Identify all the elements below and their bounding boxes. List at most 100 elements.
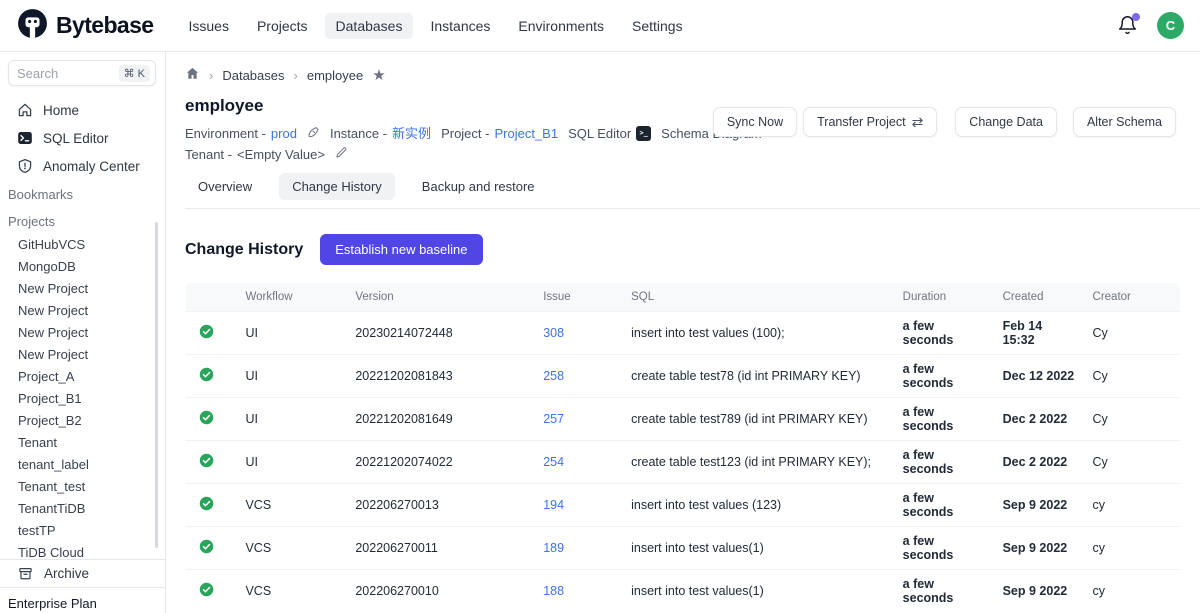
version-cell: 20221202074022	[347, 441, 535, 484]
button-label: Sync Now	[727, 115, 783, 129]
status-cell	[186, 312, 238, 355]
project-link[interactable]: Project_B1	[494, 123, 558, 144]
sidebar-project-item[interactable]: New Project	[0, 300, 165, 322]
success-check-icon	[199, 586, 214, 600]
edit-pen-icon[interactable]	[307, 123, 320, 144]
breadcrumb-separator: ›	[294, 68, 298, 83]
tab[interactable]: Overview	[185, 173, 265, 200]
sidebar-project-item[interactable]: Project_B2	[0, 410, 165, 432]
created-cell: Dec 12 2022	[995, 355, 1085, 398]
column-header: Created	[995, 283, 1085, 312]
tab[interactable]: Change History	[279, 173, 395, 200]
issue-link[interactable]: 194	[543, 498, 564, 512]
table-row[interactable]: VCS 202206270011 189 insert into test va…	[186, 527, 1181, 570]
transfer-project-button[interactable]: Transfer Project ⇄	[803, 107, 937, 137]
creator-cell: Cy	[1085, 398, 1181, 441]
status-cell	[186, 441, 238, 484]
table-row[interactable]: VCS 202206270010 188 insert into test va…	[186, 570, 1181, 613]
environment-link[interactable]: prod	[271, 123, 297, 144]
nav-menu-item[interactable]: Instances	[419, 13, 501, 39]
sidebar-project-item[interactable]: Project_A	[0, 366, 165, 388]
breadcrumb-databases[interactable]: Databases	[222, 68, 284, 83]
edit-pencil-icon[interactable]	[335, 144, 348, 165]
breadcrumb-separator: ›	[209, 68, 213, 83]
projects-section-label: Projects	[0, 207, 165, 234]
table-row[interactable]: VCS 202206270013 194 insert into test va…	[186, 484, 1181, 527]
user-avatar[interactable]: C	[1157, 12, 1184, 39]
issue-link[interactable]: 188	[543, 584, 564, 598]
sidebar-item-sql-editor[interactable]: SQL Editor	[0, 124, 165, 152]
nav-right: C	[1117, 12, 1184, 39]
bookmark-star-icon[interactable]: ★	[372, 68, 385, 83]
nav-menu-item[interactable]: Databases	[325, 13, 414, 39]
change-data-button[interactable]: Change Data	[955, 107, 1057, 137]
created-cell: Feb 14 15:32	[995, 312, 1085, 355]
notification-bell-icon[interactable]	[1117, 15, 1139, 37]
sidebar-project-item[interactable]: Tenant	[0, 432, 165, 454]
issue-link[interactable]: 258	[543, 369, 564, 383]
sidebar-item-anomaly-center[interactable]: Anomaly Center	[0, 152, 165, 180]
nav-menu-item[interactable]: Settings	[621, 13, 694, 39]
environment-meta: Environment - prod	[185, 123, 297, 144]
issue-link[interactable]: 189	[543, 541, 564, 555]
sidebar-project-item[interactable]: testTP	[0, 520, 165, 542]
bytebase-brand[interactable]: Bytebase	[16, 7, 153, 45]
sidebar-project-item[interactable]: tenant_label	[0, 454, 165, 476]
duration-cell: a few seconds	[895, 441, 995, 484]
breadcrumb-home-icon[interactable]	[185, 66, 200, 84]
creator-cell: Cy	[1085, 441, 1181, 484]
issue-link[interactable]: 254	[543, 455, 564, 469]
version-cell: 202206270010	[347, 570, 535, 613]
sidebar-project-item[interactable]: Project_B1	[0, 388, 165, 410]
sidebar-project-item[interactable]: New Project	[0, 322, 165, 344]
success-check-icon	[199, 543, 214, 557]
brand-name: Bytebase	[56, 12, 153, 39]
workflow-cell: VCS	[237, 527, 347, 570]
table-row[interactable]: UI 20221202081649 257 create table test7…	[186, 398, 1181, 441]
search-box[interactable]: ⌘ K	[8, 60, 156, 86]
column-header: Workflow	[237, 283, 347, 312]
sql-editor-icon: >_	[636, 126, 651, 141]
shield-icon	[16, 158, 33, 174]
version-cell: 20221202081649	[347, 398, 535, 441]
instance-link[interactable]: 新实例	[392, 123, 431, 144]
sidebar-project-item[interactable]: GitHubVCS	[0, 234, 165, 256]
created-cell: Sep 9 2022	[995, 484, 1085, 527]
button-label: Transfer Project	[817, 115, 905, 129]
issue-link[interactable]: 257	[543, 412, 564, 426]
nav-menu-item[interactable]: Projects	[246, 13, 319, 39]
bytebase-logo-icon	[16, 7, 49, 45]
sql-cell: insert into test values(1)	[623, 527, 895, 570]
breadcrumb-employee[interactable]: employee	[307, 68, 363, 83]
establish-baseline-button[interactable]: Establish new baseline	[320, 234, 482, 265]
search-input[interactable]	[17, 66, 119, 81]
tenant-meta: Tenant - <Empty Value>	[185, 144, 325, 165]
search-shortcut-badge: ⌘ K	[119, 65, 150, 82]
sidebar-project-item[interactable]: New Project	[0, 278, 165, 300]
sidebar-project-item[interactable]: New Project	[0, 344, 165, 366]
table-row[interactable]: UI 20221202074022 254 create table test1…	[186, 441, 1181, 484]
workflow-cell: VCS	[237, 570, 347, 613]
sidebar-item-home[interactable]: Home	[0, 96, 165, 124]
nav-menu-item[interactable]: Environments	[507, 13, 615, 39]
issue-link[interactable]: 308	[543, 326, 564, 340]
success-check-icon	[199, 371, 214, 385]
sql-editor-shortcut[interactable]: SQL Editor >_	[568, 123, 651, 144]
alter-schema-button[interactable]: Alter Schema	[1073, 107, 1176, 137]
change-history-section-head: Change History Establish new baseline	[185, 234, 1200, 265]
sidebar-project-item[interactable]: TenantTiDB	[0, 498, 165, 520]
tab[interactable]: Backup and restore	[409, 173, 548, 200]
nav-menu-item[interactable]: Issues	[177, 13, 239, 39]
column-header: Version	[347, 283, 535, 312]
sidebar-project-item[interactable]: Tenant_test	[0, 476, 165, 498]
table-row[interactable]: UI 20230214072448 308 insert into test v…	[186, 312, 1181, 355]
project-meta: Project - Project_B1	[441, 123, 558, 144]
sync-now-button[interactable]: Sync Now	[713, 107, 797, 137]
workflow-cell: UI	[237, 398, 347, 441]
sidebar-project-item[interactable]: MongoDB	[0, 256, 165, 278]
sidebar-item-archive[interactable]: Archive	[0, 560, 165, 587]
database-tabs: Overview Change History Backup and resto…	[185, 173, 1200, 209]
table-row[interactable]: UI 20221202081843 258 create table test7…	[186, 355, 1181, 398]
version-cell: 202206270011	[347, 527, 535, 570]
sidebar-scrollbar[interactable]	[155, 222, 158, 548]
